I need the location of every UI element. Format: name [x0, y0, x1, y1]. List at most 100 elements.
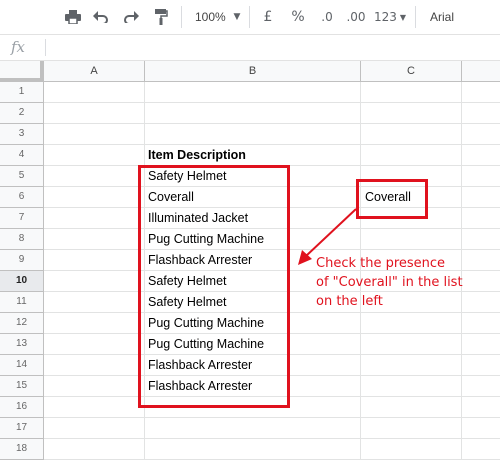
cell-a7[interactable] [44, 208, 145, 229]
cell-c7[interactable] [361, 208, 462, 229]
cell-b14[interactable]: Flashback Arrester [145, 355, 361, 376]
cell-c4[interactable] [361, 145, 462, 166]
cell-d12[interactable] [462, 313, 500, 334]
row-header-7[interactable]: 7 [0, 208, 44, 229]
row-header-17[interactable]: 17 [0, 418, 44, 439]
zoom-select[interactable]: 100% [195, 10, 226, 24]
row-header-6[interactable]: 6 [0, 187, 44, 208]
row-header-2[interactable]: 2 [0, 103, 44, 124]
row-header-18[interactable]: 18 [0, 439, 44, 460]
cell-d4[interactable] [462, 145, 500, 166]
cell-d11[interactable] [462, 292, 500, 313]
cell-d15[interactable] [462, 376, 500, 397]
cell-b4[interactable]: Item Description [145, 145, 361, 166]
row-header-4[interactable]: 4 [0, 145, 44, 166]
paint-format-icon[interactable] [150, 6, 172, 28]
row-header-5[interactable]: 5 [0, 166, 44, 187]
row-header-14[interactable]: 14 [0, 355, 44, 376]
cell-c18[interactable] [361, 439, 462, 460]
row-header-15[interactable]: 15 [0, 376, 44, 397]
cell-b6[interactable]: Coverall [145, 187, 361, 208]
currency-button[interactable]: £ [260, 6, 276, 28]
column-header-d[interactable] [462, 61, 500, 82]
cell-d14[interactable] [462, 355, 500, 376]
cell-a8[interactable] [44, 229, 145, 250]
row-header-11[interactable]: 11 [0, 292, 44, 313]
cell-b2[interactable] [145, 103, 361, 124]
redo-icon[interactable] [120, 6, 142, 28]
cell-a12[interactable] [44, 313, 145, 334]
decrease-decimal-button[interactable]: .0 [318, 6, 336, 28]
row-header-16[interactable]: 16 [0, 397, 44, 418]
cell-d3[interactable] [462, 124, 500, 145]
font-select[interactable]: Arial [430, 10, 454, 24]
cell-b12[interactable]: Pug Cutting Machine [145, 313, 361, 334]
row-header-8[interactable]: 8 [0, 229, 44, 250]
increase-decimal-button[interactable]: .00 [344, 6, 368, 28]
cell-b13[interactable]: Pug Cutting Machine [145, 334, 361, 355]
cell-d1[interactable] [462, 82, 500, 103]
cell-b17[interactable] [145, 418, 361, 439]
cell-d18[interactable] [462, 439, 500, 460]
cell-b16[interactable] [145, 397, 361, 418]
cell-c17[interactable] [361, 418, 462, 439]
cell-d13[interactable] [462, 334, 500, 355]
cell-c13[interactable] [361, 334, 462, 355]
cell-c3[interactable] [361, 124, 462, 145]
cell-a18[interactable] [44, 439, 145, 460]
cell-d6[interactable] [462, 187, 500, 208]
cell-d9[interactable] [462, 250, 500, 271]
more-formats-button[interactable]: 123 ▼ [374, 6, 406, 28]
cell-b18[interactable] [145, 439, 361, 460]
row-header-1[interactable]: 1 [0, 82, 44, 103]
column-header-b[interactable]: B [145, 61, 361, 82]
cell-c5[interactable] [361, 166, 462, 187]
cell-d16[interactable] [462, 397, 500, 418]
cell-a3[interactable] [44, 124, 145, 145]
cell-b15[interactable]: Flashback Arrester [145, 376, 361, 397]
cell-c12[interactable] [361, 313, 462, 334]
cell-a11[interactable] [44, 292, 145, 313]
cell-d8[interactable] [462, 229, 500, 250]
cell-a2[interactable] [44, 103, 145, 124]
cell-a15[interactable] [44, 376, 145, 397]
cell-a13[interactable] [44, 334, 145, 355]
cell-a10[interactable] [44, 271, 145, 292]
cell-d5[interactable] [462, 166, 500, 187]
cell-a4[interactable] [44, 145, 145, 166]
cell-c1[interactable] [361, 82, 462, 103]
cell-c14[interactable] [361, 355, 462, 376]
cell-a5[interactable] [44, 166, 145, 187]
column-header-a[interactable]: A [44, 61, 145, 82]
row-header-10[interactable]: 10 [0, 271, 44, 292]
cell-c8[interactable] [361, 229, 462, 250]
cell-c6[interactable]: Coverall [361, 187, 462, 208]
cell-a6[interactable] [44, 187, 145, 208]
cell-a17[interactable] [44, 418, 145, 439]
percent-button[interactable]: % [290, 6, 306, 28]
row-header-9[interactable]: 9 [0, 250, 44, 271]
cell-c16[interactable] [361, 397, 462, 418]
undo-icon[interactable] [90, 6, 112, 28]
cell-b3[interactable] [145, 124, 361, 145]
column-header-c[interactable]: C [361, 61, 462, 82]
row-header-12[interactable]: 12 [0, 313, 44, 334]
cell-d10[interactable] [462, 271, 500, 292]
printer-icon[interactable] [62, 6, 84, 28]
cell-b1[interactable] [145, 82, 361, 103]
row-header-3[interactable]: 3 [0, 124, 44, 145]
select-all-corner[interactable] [0, 61, 44, 82]
cell-c15[interactable] [361, 376, 462, 397]
cell-d2[interactable] [462, 103, 500, 124]
spreadsheet-grid: A B C 1 2 3 4 Item Description 5 Safety Helmet… [0, 61, 500, 469]
cell-c2[interactable] [361, 103, 462, 124]
cell-a16[interactable] [44, 397, 145, 418]
cell-d7[interactable] [462, 208, 500, 229]
cell-a9[interactable] [44, 250, 145, 271]
formula-input[interactable] [50, 37, 494, 59]
cell-b5[interactable]: Safety Helmet [145, 166, 361, 187]
cell-a14[interactable] [44, 355, 145, 376]
cell-d17[interactable] [462, 418, 500, 439]
cell-a1[interactable] [44, 82, 145, 103]
row-header-13[interactable]: 13 [0, 334, 44, 355]
